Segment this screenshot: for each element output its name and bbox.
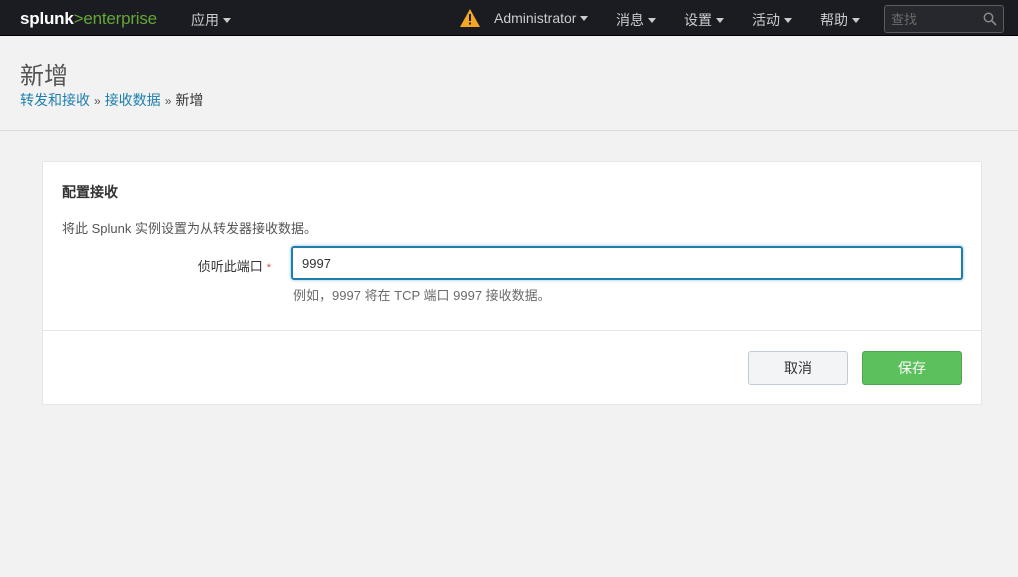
help-menu[interactable]: 帮助 [820,10,860,30]
caret-down-icon [223,17,231,23]
splunk-logo[interactable]: splunk>enterprise [20,9,157,29]
port-field-help: 例如，9997 将在 TCP 端口 9997 接收数据。 [293,288,551,303]
panel-divider [43,330,981,331]
activity-menu-label: 活动 [752,12,780,28]
messages-menu-label: 消息 [616,12,644,28]
panel-description: 将此 Splunk 实例设置为从转发器接收数据。 [62,221,317,236]
activity-menu[interactable]: 活动 [752,10,792,30]
caret-down-icon [716,17,724,23]
breadcrumb-separator: » [164,94,172,108]
user-menu-label: Administrator [494,10,577,26]
search-icon[interactable] [983,12,997,26]
caret-down-icon [648,17,656,23]
port-field-label: 侦听此端口 * [43,256,271,275]
messages-menu[interactable]: 消息 [616,10,656,30]
caret-down-icon [852,17,860,23]
breadcrumb-receive-data[interactable]: 接收数据 [105,92,161,108]
search-input[interactable] [891,10,981,28]
save-button[interactable]: 保存 [862,351,962,385]
settings-menu[interactable]: 设置 [684,10,724,30]
cancel-button[interactable]: 取消 [748,351,848,385]
help-menu-label: 帮助 [820,12,848,28]
logo-text-main: splunk [20,9,74,28]
user-menu[interactable]: Administrator [494,10,589,26]
caret-down-icon [784,17,792,23]
page-title: 新增 [20,63,68,90]
top-navbar: splunk>enterprise 应用 Administrator 消息 设置… [0,0,1018,36]
caret-down-icon [580,15,589,21]
page-header: 新增 转发和接收» 接收数据» 新增 [0,36,1018,131]
required-marker: * [266,262,271,274]
port-field-label-text: 侦听此端口 [197,259,263,274]
breadcrumb-separator: » [94,94,101,108]
listen-port-input[interactable] [291,246,963,280]
apps-menu-label: 应用 [191,12,219,28]
apps-menu[interactable]: 应用 [191,10,231,30]
warning-icon[interactable] [460,9,480,27]
breadcrumb: 转发和接收» 接收数据» 新增 [20,90,203,110]
configure-receiving-panel: 配置接收 将此 Splunk 实例设置为从转发器接收数据。 侦听此端口* 例如，… [42,161,982,405]
breadcrumb-forwarding-receiving[interactable]: 转发和接收 [20,92,90,108]
search-box[interactable] [884,5,1004,33]
breadcrumb-current: 新增 [175,92,204,108]
logo-text-accent: >enterprise [73,9,158,28]
panel-title: 配置接收 [62,184,118,200]
settings-menu-label: 设置 [684,12,712,28]
